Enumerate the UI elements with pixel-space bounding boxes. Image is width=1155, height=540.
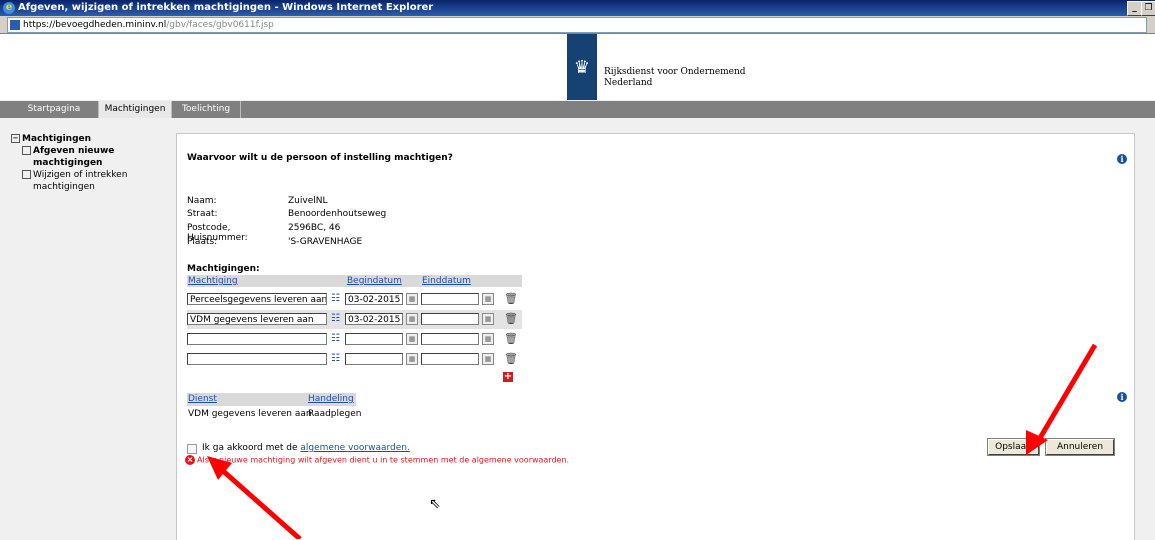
info-icon[interactable]: i <box>1117 392 1127 402</box>
calendar-icon[interactable]: ▦ <box>406 293 418 305</box>
begindatum-field[interactable] <box>345 333 403 345</box>
terms-link[interactable]: algemene voorwaarden. <box>300 443 409 453</box>
trash-icon[interactable]: 🗑 <box>504 292 518 306</box>
main-nav: Startpagina Machtigingen Toelichting <box>0 101 1155 118</box>
trash-icon[interactable]: 🗑 <box>504 332 518 346</box>
dienst-value: VDM gegevens leveren aan <box>188 409 312 419</box>
leaf-icon <box>22 170 31 179</box>
sidebar-tree: − Machtigingen Afgeven nieuwe machtiginge… <box>11 133 171 193</box>
machtiging-row: ☷ ▦ ▦ 🗑 <box>187 350 522 369</box>
begindatum-field[interactable]: 03-02-2015 <box>345 313 403 325</box>
col-header-machtiging[interactable]: Machtiging <box>188 275 238 287</box>
ie-icon: e <box>3 2 15 14</box>
info-icon[interactable]: i <box>1117 154 1127 164</box>
dienst-grid-header: Dienst Handeling <box>187 393 356 406</box>
list-select-icon[interactable]: ☷ <box>330 333 341 345</box>
tree-item-afgeven-line2: machtigingen <box>33 158 103 168</box>
machtiging-field[interactable]: Perceelsgegevens leveren aan <box>187 293 327 305</box>
tree-item-afgeven[interactable]: Afgeven nieuwe machtigingen <box>11 145 171 169</box>
tab-machtigingen[interactable]: Machtigingen <box>99 101 172 118</box>
page-favicon <box>10 20 20 30</box>
machtigingen-title: Machtigingen: <box>187 264 260 274</box>
calendar-icon[interactable]: ▦ <box>406 353 418 365</box>
machtiging-row: VDM gegevens leveren aan ☷ 03-02-2015 ▦ … <box>187 310 522 329</box>
error-text: Als u nieuwe machtiging wilt afgeven die… <box>197 455 570 465</box>
agree-label: Ik ga akkoord met de algemene voorwaarde… <box>202 443 410 453</box>
tree-item-wijzigen[interactable]: Wijzigen of intrekken machtigingen <box>11 169 171 193</box>
list-select-icon[interactable]: ☷ <box>330 353 341 365</box>
tree-item-wijzigen-line1: Wijzigen of intrekken <box>33 170 128 180</box>
machtiging-field[interactable] <box>187 353 327 365</box>
machtiging-row: ☷ ▦ ▦ 🗑 <box>187 330 522 349</box>
col-header-handeling[interactable]: Handeling <box>308 393 354 406</box>
url-path: /gbv/faces/gbv0611f.jsp <box>166 20 274 30</box>
url-host: https://bevoegdheden.mininv.nl <box>23 20 167 30</box>
error-icon: × <box>185 455 195 465</box>
machtigingen-grid-header: Machtiging Begindatum Einddatum <box>187 275 522 287</box>
minimize-button[interactable]: _ <box>1127 1 1142 16</box>
site-header: ♛ Rijksdienst voor Ondernemend Nederland <box>0 34 1155 100</box>
tree-root-label: Machtigingen <box>22 134 92 144</box>
calendar-icon[interactable]: ▦ <box>482 353 494 365</box>
einddatum-field[interactable] <box>421 313 479 325</box>
org-line2: Nederland <box>604 78 653 88</box>
org-name: Rijksdienst voor Ondernemend Nederland <box>604 67 746 89</box>
tab-startpagina[interactable]: Startpagina <box>10 101 99 118</box>
window-titlebar: e Afgeven, wijzigen of intrekken machtigi… <box>0 0 1155 16</box>
error-message: × Als u nieuwe machtiging wilt afgeven di… <box>185 455 569 465</box>
logo-bar: ♛ <box>567 34 597 100</box>
org-line1: Rijksdienst voor Ondernemend <box>604 67 746 77</box>
calendar-icon[interactable]: ▦ <box>482 293 494 305</box>
calendar-icon[interactable]: ▦ <box>406 313 418 325</box>
page-question: Waarvoor wilt u de persoon of instelling… <box>187 153 453 163</box>
begindatum-field[interactable]: 03-02-2015 <box>345 293 403 305</box>
window-title: Afgeven, wijzigen of intrekken machtigin… <box>18 2 434 13</box>
add-row-icon[interactable]: + <box>503 372 513 382</box>
machtiging-field[interactable] <box>187 333 327 345</box>
col-header-dienst[interactable]: Dienst <box>188 393 217 406</box>
cancel-button[interactable]: Annuleren <box>1045 438 1115 456</box>
trash-icon[interactable]: 🗑 <box>504 352 518 366</box>
machtiging-row: Perceelsgegevens leveren aan ☷ 03-02-201… <box>187 290 522 309</box>
trash-icon[interactable]: 🗑 <box>504 312 518 326</box>
tree-item-afgeven-line1: Afgeven nieuwe <box>33 146 115 156</box>
calendar-icon[interactable]: ▦ <box>482 333 494 345</box>
calendar-icon[interactable]: ▦ <box>482 313 494 325</box>
einddatum-field[interactable] <box>421 293 479 305</box>
col-header-einddatum[interactable]: Einddatum <box>422 275 471 287</box>
tree-root[interactable]: − Machtigingen <box>11 133 171 145</box>
content-panel: i Waarvoor wilt u de persoon of instelli… <box>176 133 1135 540</box>
einddatum-field[interactable] <box>421 333 479 345</box>
collapse-icon[interactable]: − <box>11 134 20 143</box>
begindatum-field[interactable] <box>345 353 403 365</box>
save-button[interactable]: Opslaan <box>987 438 1040 456</box>
tree-item-wijzigen-line2: machtigingen <box>33 182 95 192</box>
leaf-icon <box>22 146 31 155</box>
agree-checkbox[interactable] <box>187 444 197 454</box>
url-field[interactable]: https://bevoegdheden.mininv.nl/gbv/faces… <box>7 17 1147 33</box>
calendar-icon[interactable]: ▦ <box>406 333 418 345</box>
list-select-icon[interactable]: ☷ <box>330 313 341 325</box>
mouse-cursor-icon: ⇖ <box>429 496 441 512</box>
col-header-begindatum[interactable]: Begindatum <box>347 275 402 287</box>
crest-icon: ♛ <box>573 57 591 78</box>
address-bar: https://bevoegdheden.mininv.nl/gbv/faces… <box>0 16 1155 34</box>
tab-toelichting[interactable]: Toelichting <box>172 101 241 118</box>
einddatum-field[interactable] <box>421 353 479 365</box>
list-select-icon[interactable]: ☷ <box>330 293 341 305</box>
machtiging-field[interactable]: VDM gegevens leveren aan <box>187 313 327 325</box>
handeling-value: Raadplegen <box>308 409 362 419</box>
restore-button[interactable]: ❐ <box>1141 1 1155 16</box>
